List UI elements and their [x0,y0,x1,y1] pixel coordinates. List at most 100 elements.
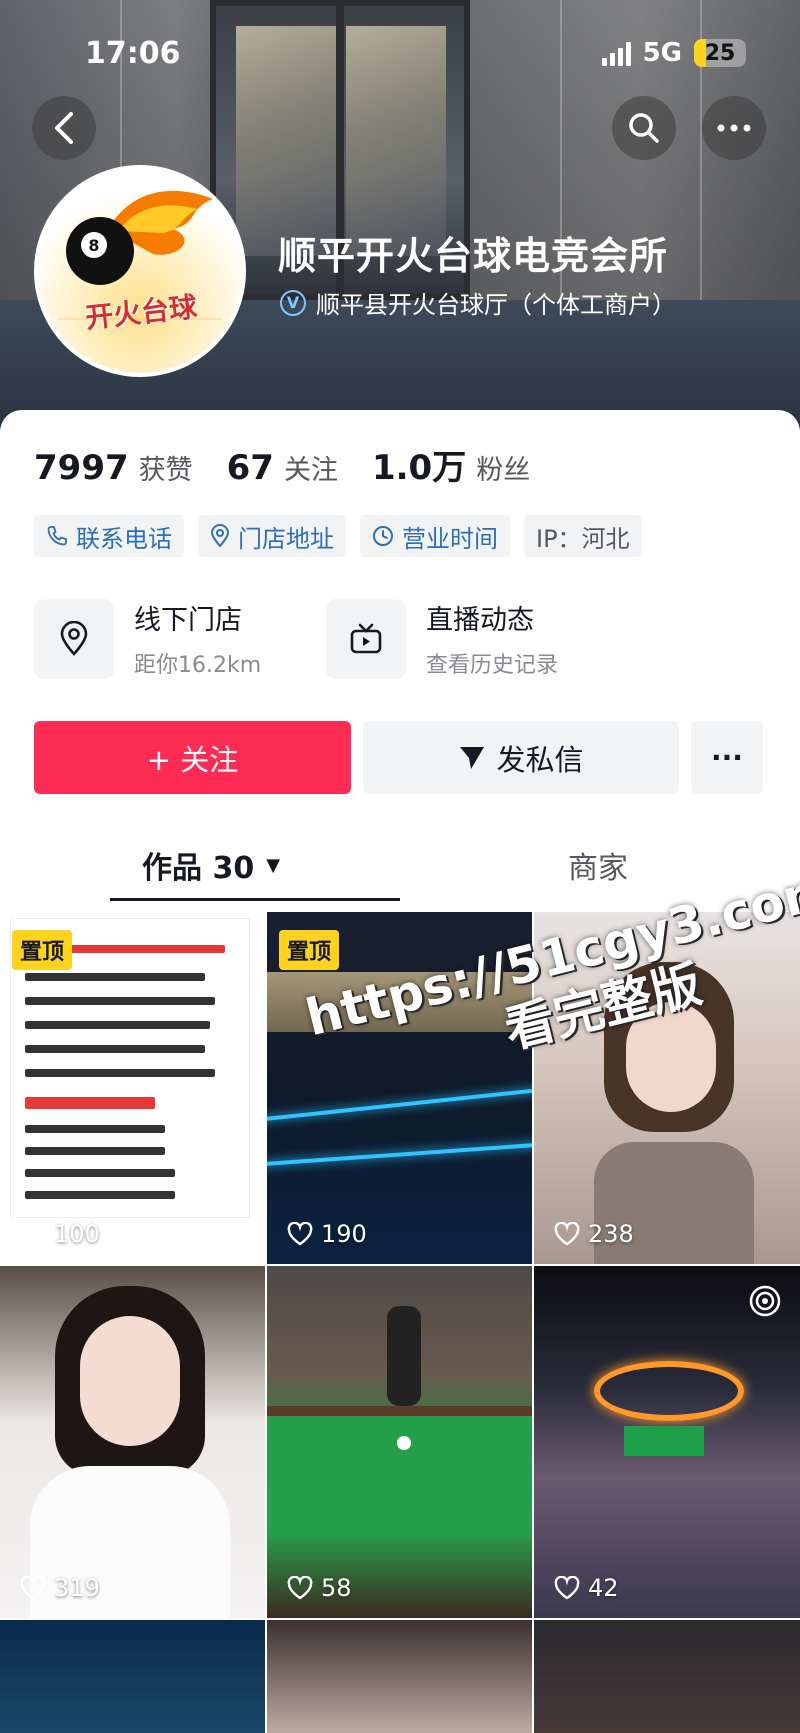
caret-down-icon: ▼ [266,854,281,876]
pinned-badge: 置顶 [279,930,340,970]
entry-store[interactable]: 线下门店 距你16.2km [34,598,326,679]
pool-table-decoration [267,1406,532,1536]
video-tile[interactable]: 58 [267,1266,532,1618]
stat-following[interactable]: 67 关注 [227,448,338,488]
tag-phone[interactable]: 联系电话 [34,515,184,557]
verified-label: 顺平县开火台球厅（个体工商户） [316,291,676,319]
like-count: 42 [554,1574,619,1602]
entry-row: 线下门店 距你16.2km 直播动态 查看历史记录 [34,598,618,679]
tab-works-label: 作品 30 [142,851,255,886]
table-decoration [624,1426,704,1456]
stat-label: 粉丝 [476,455,531,486]
billiard-logo-icon: 8 [38,169,242,373]
svg-text:8: 8 [88,236,99,255]
poster-decoration [25,1169,175,1177]
video-tile[interactable]: 42 [534,1266,800,1618]
tag-address[interactable]: 门店地址 [198,515,346,557]
like-count-value: 42 [588,1574,619,1602]
battery-icon: 25 [694,39,746,67]
neon-decoration [267,1140,532,1168]
info-tags: 联系电话 门店地址 营业时间 IP：河北 [34,515,642,557]
chevron-left-icon [55,112,73,144]
video-tile[interactable]: 319 [0,1266,265,1618]
entry-store-distance: 距你16.2km [134,653,262,678]
stat-number: 67 [226,448,274,488]
like-count: 100 [20,1220,100,1248]
poster-decoration [25,1021,210,1029]
entry-store-text: 线下门店 距你16.2km [134,598,261,679]
heart-icon [554,1222,580,1246]
tab-works[interactable]: 作品 30 ▼ [142,830,280,900]
entry-live-sub: 查看历史记录 [426,653,559,678]
tag-hours[interactable]: 营业时间 [360,515,510,557]
like-count: 190 [287,1220,367,1248]
signal-icon [601,40,631,66]
tag-hours-label: 营业时间 [402,524,498,553]
tag-ip: IP：河北 [524,515,642,557]
more-options-button[interactable] [702,96,766,160]
clock-icon [373,526,393,546]
search-button[interactable] [612,96,676,160]
entry-live[interactable]: 直播动态 查看历史记录 [326,598,618,679]
message-button[interactable]: 发私信 [363,721,679,794]
verified-icon: V [280,289,306,316]
like-count-value: 190 [321,1220,367,1248]
like-count: 58 [287,1574,352,1602]
profile-tabs: 作品 30 ▼ 商家 [0,830,800,901]
heart-icon [287,1222,313,1246]
tag-ip-label: IP：河北 [536,524,630,553]
entry-store-title: 线下门店 [134,605,242,636]
verified-row[interactable]: V 顺平县开火台球厅（个体工商户） [280,285,676,320]
status-time: 17:06 [85,36,181,71]
phone-icon [47,526,67,546]
search-icon [629,113,659,143]
poster-decoration [25,1125,165,1133]
store-location-icon [34,598,114,679]
like-count-value: 58 [321,1574,352,1602]
battery-level: 25 [704,40,736,66]
stat-label: 获赞 [138,455,193,486]
stat-number: 7997 [34,448,129,488]
video-tile[interactable] [267,1620,532,1733]
heart-icon [20,1576,46,1600]
message-button-label: 发私信 [496,742,584,777]
poster-decoration [25,1069,215,1077]
tag-phone-label: 联系电话 [76,524,172,553]
video-tile[interactable] [0,1620,265,1733]
pinned-badge: 置顶 [12,930,73,970]
video-tile[interactable] [534,1620,800,1733]
action-row: + 关注 发私信 ··· [34,721,763,794]
heart-icon [287,1576,313,1600]
more-horizontal-icon [717,124,751,132]
stats-row: 7997 获赞 67 关注 1.0万 粉丝 [34,440,564,489]
status-indicators: 5G 25 [601,38,746,68]
heart-icon [554,1576,580,1600]
poster-decoration [25,1191,175,1199]
entry-live-title: 直播动态 [426,605,534,636]
poster-decoration [25,1045,205,1053]
person-decoration [387,1306,421,1406]
ring-light-decoration [594,1361,744,1421]
stat-label: 关注 [283,455,338,486]
avatar[interactable]: 8 开火台球 [34,165,246,377]
live-tv-icon [326,598,406,679]
stat-likes[interactable]: 7997 获赞 [34,448,193,488]
follow-button[interactable]: + 关注 [34,721,351,794]
person-decoration [80,1316,180,1446]
more-actions-button[interactable]: ··· [691,721,763,794]
tag-address-label: 门店地址 [238,524,334,553]
send-icon [460,746,485,769]
entry-live-text: 直播动态 查看历史记录 [426,598,558,679]
like-count: 319 [20,1574,100,1602]
tab-shop[interactable]: 商家 [568,830,628,900]
location-pin-icon [210,524,230,548]
video-tile[interactable]: 置顶 100 [0,912,265,1264]
back-button[interactable] [32,96,96,160]
like-count-value: 319 [54,1574,100,1602]
profile-name: 顺平开火台球电竞会所 [278,234,669,278]
heart-icon [20,1222,46,1246]
stat-followers[interactable]: 1.0万 粉丝 [372,440,530,489]
poster-decoration [25,997,215,1005]
tab-shop-label: 商家 [568,851,628,886]
stat-number: 1.0万 [371,448,467,488]
